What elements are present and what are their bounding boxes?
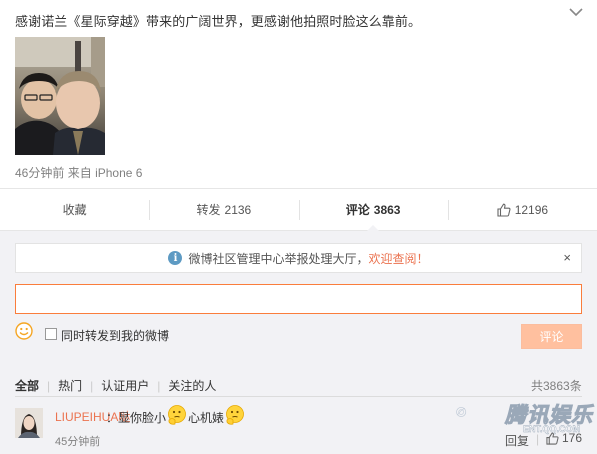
- submit-comment-button[interactable]: 评论: [521, 324, 582, 349]
- tab-all[interactable]: 全部: [15, 377, 39, 394]
- favorite-label: 收藏: [62, 203, 87, 217]
- comment-text: ：显你脸小 心机婊: [106, 405, 246, 426]
- post-source-prefix: 来自: [67, 166, 92, 180]
- comment-like-button[interactable]: 176: [546, 431, 582, 445]
- post-card: 感谢诺兰《星际穿越》带来的广阔世界，更感谢他拍照时脸这么靠前。 46分钟前 来自…: [0, 0, 597, 188]
- thumbs-up-icon: [497, 203, 511, 217]
- comment-time: 45分钟前: [55, 436, 101, 448]
- info-icon: i: [168, 251, 183, 265]
- action-bar: 收藏 转发 2136 评论 3863 12196: [0, 188, 597, 231]
- thumbs-up-icon: [546, 432, 559, 445]
- like-button[interactable]: 12196: [447, 189, 597, 230]
- comment-total: 共3863条: [531, 379, 582, 393]
- tab-following[interactable]: 关注的人: [168, 377, 216, 394]
- watermark-logo: [456, 407, 467, 417]
- comment-input[interactable]: [15, 284, 582, 314]
- comment-text-before: ：显你脸小: [106, 410, 167, 425]
- forward-label: 同时转发到我的微博: [61, 329, 170, 343]
- post-source[interactable]: iPhone 6: [95, 166, 142, 180]
- like-count: 12196: [514, 202, 549, 217]
- thinking-face-icon: [168, 405, 186, 425]
- comment-text-after: 心机婊: [188, 410, 225, 425]
- repost-label: 转发: [196, 203, 221, 217]
- comment-label: 评论: [345, 203, 370, 217]
- tab-hot[interactable]: 热门: [58, 377, 82, 394]
- favorite-button[interactable]: 收藏: [0, 189, 149, 230]
- tab-verified[interactable]: 认证用户: [101, 377, 149, 394]
- post-time[interactable]: 46分钟前: [15, 166, 64, 180]
- post-photo[interactable]: [15, 37, 105, 155]
- notice-banner: i 微博社区管理中心举报处理大厅， 欢迎查阅！ ×: [15, 243, 582, 273]
- tab-divider: |: [47, 378, 51, 393]
- comment-button[interactable]: 评论 3863: [298, 189, 448, 231]
- comment-count: 3863: [373, 202, 401, 217]
- forward-checkbox[interactable]: [45, 328, 57, 340]
- divider: [15, 396, 582, 397]
- action-divider: |: [536, 432, 540, 446]
- notice-link[interactable]: 欢迎查阅！: [369, 250, 429, 267]
- comment-tabs: 全部 | 热门 | 认证用户 | 关注的人: [15, 377, 216, 394]
- tab-divider: |: [90, 378, 94, 393]
- notice-text: 微博社区管理中心举报处理大厅，: [188, 251, 369, 266]
- avatar[interactable]: [15, 408, 43, 438]
- reply-button[interactable]: 回复: [505, 432, 529, 449]
- comment-like-count: 176: [562, 431, 583, 445]
- repost-count: 2136: [224, 202, 252, 217]
- post-text: 感谢诺兰《星际穿越》带来的广阔世界，更感谢他拍照时脸这么靠前。: [15, 14, 422, 29]
- thinking-face-icon: [226, 405, 244, 425]
- close-icon[interactable]: ×: [563, 251, 571, 265]
- tab-divider: |: [157, 378, 161, 393]
- post-meta: 46分钟前 来自 iPhone 6: [15, 164, 142, 181]
- chevron-down-icon[interactable]: [566, 4, 586, 20]
- smiley-icon[interactable]: [15, 322, 33, 340]
- repost-button[interactable]: 转发 2136: [149, 189, 298, 230]
- comment-area: i 微博社区管理中心举报处理大厅， 欢迎查阅！ × 同时转发到我的微博 评论 全…: [0, 231, 597, 454]
